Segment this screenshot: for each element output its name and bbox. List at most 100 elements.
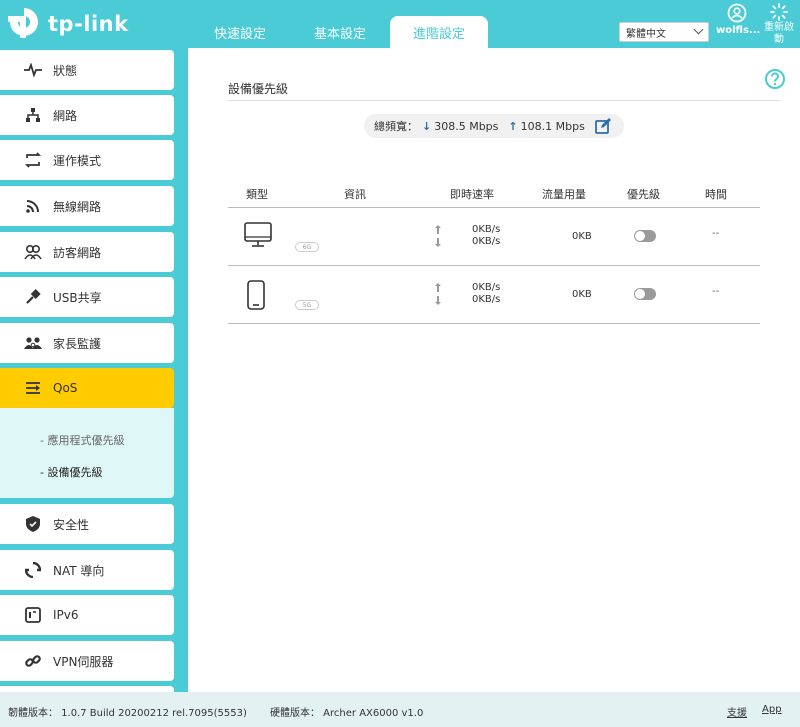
col-traffic-usage: 流量用量: [542, 188, 586, 201]
sidebar-item-label: NAT 導向: [53, 563, 105, 578]
qos-submenu: - 應用程式優先級 - 設備優先級: [0, 408, 174, 498]
chevron-down-icon: [693, 24, 704, 35]
app-link[interactable]: App: [762, 704, 782, 715]
tp-link-logo[interactable]: tp-link: [4, 4, 129, 44]
sidebar-item-ipv6[interactable]: IPv6: [0, 595, 174, 635]
main-panel: 設備優先級 總頻寬： ↓ 308.5 Mbps ↑ 108.1 Mbps 類型 …: [188, 48, 800, 692]
main-tabs: 快速設定 基本設定 進階設定: [190, 16, 488, 48]
sidebar: 狀態 網路 運作模式 無線網路 訪客網路 USB共享 家長監護 QoS - 應用…: [0, 48, 188, 692]
ipv6-icon: [23, 605, 43, 625]
phone-icon: [247, 280, 265, 310]
desktop-icon: [244, 222, 272, 247]
mode-icon: [23, 150, 43, 170]
shield-icon: [23, 514, 43, 534]
user-menu[interactable]: wolfls...: [716, 2, 761, 46]
table-row: 6G 0KB/s 0KB/s 0KB --: [228, 208, 760, 266]
band-badge: 6G: [295, 242, 319, 252]
sidebar-item-parental[interactable]: 家長監護: [0, 323, 174, 363]
help-icon[interactable]: [764, 68, 786, 90]
support-link[interactable]: 支援: [727, 704, 747, 719]
col-type: 類型: [246, 188, 268, 201]
bandwidth-label: 總頻寬：: [374, 120, 418, 133]
page-title: 設備優先級: [228, 82, 289, 96]
parental-icon: [23, 333, 43, 353]
firmware-version: 韌體版本： 1.0.7 Build 20200212 rel.7095(5553…: [8, 708, 247, 719]
sidebar-item-label: 網路: [53, 108, 78, 123]
realtime-rate: 0KB/s 0KB/s: [472, 224, 500, 248]
tab-basic[interactable]: 基本設定: [290, 16, 390, 48]
tab-quick-setup[interactable]: 快速設定: [190, 16, 290, 48]
logo-mark-icon: [8, 8, 38, 38]
sidebar-sub-app-priority[interactable]: - 應用程式優先級: [40, 432, 124, 448]
user-icon: [727, 3, 747, 23]
device-priority-table: 類型 資訊 即時速率 流量用量 優先級 時間 6G 0KB/s 0KB/s 0K…: [228, 178, 760, 324]
hardware-version: 硬體版本： Archer AX6000 v1.0: [270, 708, 424, 719]
sidebar-item-label: 安全性: [53, 517, 90, 532]
sidebar-item-operation-mode[interactable]: 運作模式: [0, 140, 174, 180]
pulse-icon: [23, 60, 43, 80]
sidebar-item-label: 訪客網路: [53, 245, 102, 260]
sidebar-item-vpn[interactable]: VPN伺服器: [0, 641, 174, 681]
sidebar-item-label: IPv6: [53, 608, 79, 622]
download-arrow-icon: ↓: [422, 119, 432, 133]
sidebar-item-label: 家長監護: [53, 336, 102, 351]
upload-rate: 0KB/s: [472, 224, 501, 235]
col-info: 資訊: [344, 188, 366, 201]
bandwidth-up: 108.1 Mbps: [520, 119, 585, 133]
logo-text: tp-link: [48, 12, 129, 36]
up-down-arrows-icon: [435, 225, 441, 247]
sidebar-item-nat[interactable]: NAT 導向: [0, 550, 174, 590]
realtime-rate: 0KB/s 0KB/s: [472, 282, 500, 306]
nat-icon: [23, 560, 43, 580]
col-priority: 優先級: [627, 188, 660, 201]
edit-icon[interactable]: [594, 118, 611, 134]
download-rate: 0KB/s: [472, 294, 501, 305]
sidebar-item-label: USB共享: [53, 290, 102, 305]
sidebar-item-label: QoS: [53, 381, 78, 395]
sidebar-item-wireless[interactable]: 無線網路: [0, 186, 174, 226]
col-realtime-rate: 即時速率: [450, 188, 494, 201]
sidebar-item-status[interactable]: 狀態: [0, 50, 174, 90]
wifi-icon: [23, 196, 43, 216]
guest-icon: [23, 242, 43, 262]
bandwidth-summary: 總頻寬： ↓ 308.5 Mbps ↑ 108.1 Mbps: [364, 114, 624, 138]
tab-advanced[interactable]: 進階設定: [390, 16, 488, 48]
sidebar-item-usb[interactable]: USB共享: [0, 277, 174, 317]
toggle-knob: [635, 289, 645, 299]
col-time: 時間: [705, 188, 727, 201]
bandwidth-down: 308.5 Mbps: [434, 119, 499, 133]
footer: 韌體版本： 1.0.7 Build 20200212 rel.7095(5553…: [0, 692, 800, 727]
vpn-icon: [23, 651, 43, 671]
sidebar-item-network[interactable]: 網路: [0, 95, 174, 135]
network-icon: [23, 105, 43, 125]
table-row: 5G 0KB/s 0KB/s 0KB --: [228, 266, 760, 324]
sidebar-item-security[interactable]: 安全性: [0, 504, 174, 544]
sidebar-item-qos[interactable]: QoS: [0, 368, 174, 408]
reboot-button[interactable]: 重新啟動: [760, 2, 798, 46]
toggle-knob: [635, 231, 645, 241]
title-divider: [228, 100, 780, 101]
language-select[interactable]: 繁體中文: [619, 22, 709, 42]
sidebar-item-label: VPN伺服器: [53, 654, 114, 669]
sidebar-item-label: 無線網路: [53, 199, 102, 214]
sidebar-item-guest[interactable]: 訪客網路: [0, 232, 174, 272]
qos-icon: [23, 378, 43, 398]
band-badge: 5G: [295, 300, 319, 310]
sidebar-sub-device-priority[interactable]: - 設備優先級: [40, 464, 102, 480]
user-name: wolfls...: [716, 25, 761, 36]
reboot-label: 重新啟動: [764, 22, 794, 45]
traffic-usage: 0KB: [572, 231, 592, 242]
priority-toggle[interactable]: [634, 230, 656, 242]
time-value: --: [712, 286, 720, 297]
sidebar-item-label: 運作模式: [53, 153, 102, 168]
usb-icon: [23, 287, 43, 307]
time-value: --: [712, 228, 720, 239]
priority-toggle[interactable]: [634, 288, 656, 300]
language-value: 繁體中文: [626, 28, 666, 40]
top-header: tp-link 快速設定 基本設定 進階設定 繁體中文 wolfls... 重新…: [0, 0, 800, 48]
table-header: 類型 資訊 即時速率 流量用量 優先級 時間: [228, 178, 760, 208]
reboot-icon: [770, 3, 788, 21]
download-rate: 0KB/s: [472, 236, 501, 247]
traffic-usage: 0KB: [572, 289, 592, 300]
upload-arrow-icon: ↑: [508, 119, 518, 133]
